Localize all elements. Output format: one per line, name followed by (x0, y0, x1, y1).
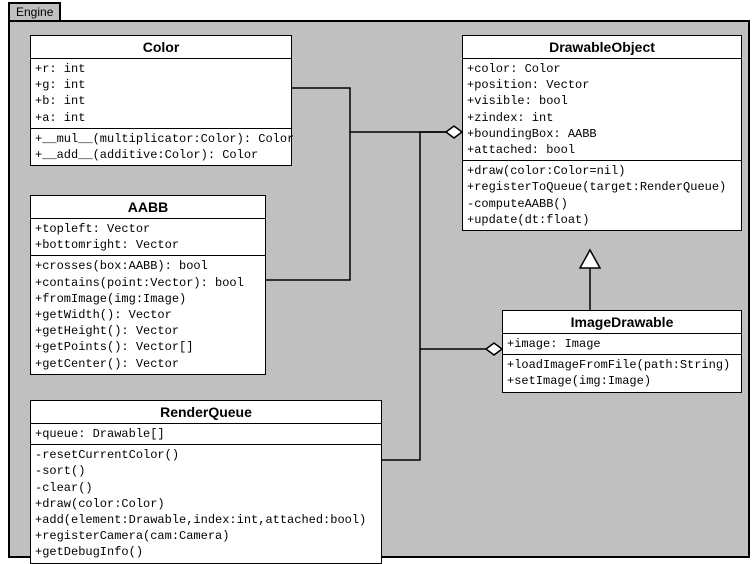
class-operations: -resetCurrentColor() -sort() -clear() +d… (31, 445, 381, 562)
class-title: DrawableObject (463, 36, 741, 59)
class-attributes: +r: int +g: int +b: int +a: int (31, 59, 291, 129)
class-attributes: +topleft: Vector +bottomright: Vector (31, 219, 265, 256)
class-title: ImageDrawable (503, 311, 741, 334)
class-attributes: +image: Image (503, 334, 741, 355)
class-aabb: AABB +topleft: Vector +bottomright: Vect… (30, 195, 266, 375)
class-title: RenderQueue (31, 401, 381, 424)
class-imagedrawable: ImageDrawable +image: Image +loadImageFr… (502, 310, 742, 393)
diagram-canvas: Engine Color +r: int +g: int +b: int +a:… (0, 0, 756, 562)
class-title: Color (31, 36, 291, 59)
class-operations: +draw(color:Color=nil) +registerToQueue(… (463, 161, 741, 230)
class-operations: +crosses(box:AABB): bool +contains(point… (31, 256, 265, 373)
package-label: Engine (8, 2, 61, 20)
class-operations: +__mul__(multiplicator:Color): Color +__… (31, 129, 291, 165)
class-attributes: +queue: Drawable[] (31, 424, 381, 445)
class-drawableobject: DrawableObject +color: Color +position: … (462, 35, 742, 231)
class-title: AABB (31, 196, 265, 219)
class-attributes: +color: Color +position: Vector +visible… (463, 59, 741, 161)
class-renderqueue: RenderQueue +queue: Drawable[] -resetCur… (30, 400, 382, 564)
class-color: Color +r: int +g: int +b: int +a: int +_… (30, 35, 292, 166)
class-operations: +loadImageFromFile(path:String) +setImag… (503, 355, 741, 391)
